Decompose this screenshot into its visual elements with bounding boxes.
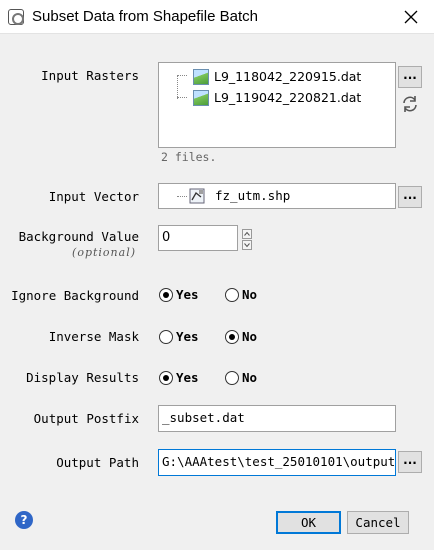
spin-down-icon[interactable] xyxy=(242,240,252,250)
inverse-mask-label: Inverse Mask xyxy=(48,329,139,344)
browse-rasters-button[interactable]: ... xyxy=(398,66,422,88)
output-path-input[interactable]: G:\AAAtest\test_25010101\output xyxy=(158,449,396,476)
raster-file-name: L9_118042_220915.dat xyxy=(214,69,362,84)
output-postfix-label: Output Postfix xyxy=(33,411,139,426)
background-value-optional: (optional) xyxy=(72,246,136,259)
ignore-background-yes-radio[interactable]: Yes xyxy=(159,287,199,302)
radio-indicator xyxy=(225,287,239,302)
background-value-label: Background Value xyxy=(18,229,139,244)
radio-label: Yes xyxy=(176,329,199,344)
background-value-input[interactable]: 0 xyxy=(158,225,238,251)
input-vector-field[interactable]: fz_utm.shp xyxy=(158,183,396,209)
vector-file-name: fz_utm.shp xyxy=(215,188,291,203)
radio-label: No xyxy=(242,287,258,302)
radio-label: No xyxy=(242,329,258,344)
output-postfix-input[interactable]: _subset.dat xyxy=(158,405,396,432)
close-icon xyxy=(404,10,418,24)
input-rasters-list[interactable]: L9_118042_220915.dat L9_119042_220821.da… xyxy=(158,62,396,148)
file-count-note: 2 files. xyxy=(161,150,217,164)
display-results-yes-radio[interactable]: Yes xyxy=(159,370,199,385)
display-results-label: Display Results xyxy=(26,370,139,385)
radio-label: Yes xyxy=(176,287,199,302)
window-title: Subset Data from Shapefile Batch xyxy=(32,8,258,25)
list-item[interactable]: L9_118042_220915.dat xyxy=(159,66,395,87)
radio-label: No xyxy=(242,370,258,385)
title-bar: Subset Data from Shapefile Batch xyxy=(0,0,434,34)
display-results-no-radio[interactable]: No xyxy=(225,370,257,385)
radio-indicator xyxy=(225,370,239,385)
raster-file-name: L9_119042_220821.dat xyxy=(214,90,362,105)
ignore-background-no-radio[interactable]: No xyxy=(225,287,257,302)
input-rasters-label: Input Rasters xyxy=(41,68,139,83)
output-path-label: Output Path xyxy=(56,455,139,470)
refresh-icon[interactable] xyxy=(401,95,419,113)
radio-label: Yes xyxy=(176,370,199,385)
ok-button[interactable]: OK xyxy=(276,511,341,534)
spin-up-icon[interactable] xyxy=(242,229,252,239)
browse-vector-button[interactable]: ... xyxy=(398,186,422,208)
list-item[interactable]: L9_119042_220821.dat xyxy=(159,87,395,108)
input-vector-label: Input Vector xyxy=(48,189,139,204)
help-icon[interactable]: ? xyxy=(15,511,33,529)
radio-indicator xyxy=(159,370,173,385)
inverse-mask-yes-radio[interactable]: Yes xyxy=(159,329,199,344)
cancel-button[interactable]: Cancel xyxy=(347,511,409,534)
raster-file-icon xyxy=(190,66,209,85)
app-icon xyxy=(8,9,24,25)
radio-indicator xyxy=(159,287,173,302)
shapefile-icon xyxy=(189,188,205,204)
close-button[interactable] xyxy=(388,0,434,34)
inverse-mask-no-radio[interactable]: No xyxy=(225,329,257,344)
ignore-background-label: Ignore Background xyxy=(11,288,139,303)
browse-output-button[interactable]: ... xyxy=(398,451,422,473)
raster-file-icon xyxy=(190,87,209,106)
radio-indicator xyxy=(159,329,173,344)
radio-indicator xyxy=(225,329,239,344)
tree-line xyxy=(177,196,187,197)
